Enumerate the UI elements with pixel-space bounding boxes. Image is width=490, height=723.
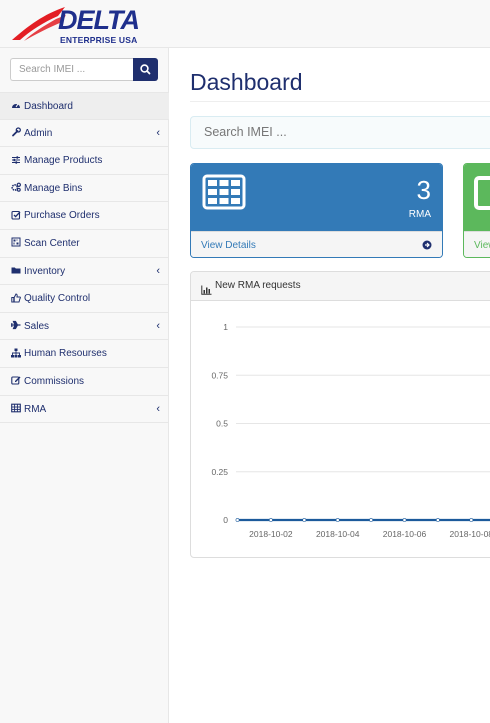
data-point [269, 518, 273, 522]
sidebar-item-label: RMA [24, 403, 47, 415]
sidebar-item-label: Commissions [24, 375, 85, 387]
view-details-label: View Details [201, 240, 256, 251]
sidebar-item-scan-center[interactable]: Scan Center [0, 230, 169, 258]
y-tick-label: 0.5 [216, 419, 228, 429]
y-tick-label: 1 [223, 322, 228, 332]
plane-icon [11, 320, 21, 330]
sidebar-item-commissions[interactable]: Commissions [0, 368, 169, 396]
table-icon [202, 174, 246, 210]
sidebar-item-manage-bins[interactable]: Manage Bins [0, 175, 169, 203]
edit-icon [11, 375, 21, 385]
sidebar-item-dashboard[interactable]: Dashboard [0, 92, 169, 120]
main-content: Dashboard Search IMEI ... 3 RMA View Det… [170, 48, 490, 723]
chevron-left-icon: ‹ [156, 319, 160, 332]
sidebar-item-label: Human Resourses [24, 348, 107, 360]
data-point [335, 518, 340, 522]
x-tick-label: 2018-10-04 [316, 529, 360, 539]
logo-wordmark: DELTA [58, 5, 140, 35]
sidebar-item-label: Manage Products [24, 155, 103, 167]
data-point [469, 518, 474, 522]
wrench-icon [11, 127, 21, 137]
green-view-details-link[interactable]: View [464, 231, 490, 257]
sidebar-item-quality-control[interactable]: Quality Control [0, 285, 169, 313]
green-stat-card: View [463, 163, 490, 258]
y-tick-label: 0.75 [211, 370, 228, 380]
delta-logo[interactable]: DELTA ENTERPRISE USA [10, 4, 160, 46]
sidebar-item-label: Quality Control [24, 293, 91, 305]
green-card-header [464, 164, 490, 231]
rma-line-chart: 0 0.25 0.5 0.75 1 2018-10-02 2018-10-04 2018-10… [211, 322, 490, 539]
rma-stat-card: 3 RMA View Details [190, 163, 443, 258]
dashboard-icon [11, 100, 21, 110]
x-tick-label: 2018-10-08 [450, 529, 490, 539]
sidebar-search-input[interactable]: Search IMEI ... [10, 58, 133, 81]
sidebar: Search IMEI ... Dashboard Admin ‹ Manage… [0, 48, 169, 723]
barcode-icon [11, 237, 21, 247]
table-icon [11, 403, 21, 413]
sidebar-item-label: Sales [24, 320, 50, 332]
sidebar-item-human-resources[interactable]: Human Resourses [0, 340, 169, 368]
data-point [302, 518, 307, 522]
rma-count: 3 [416, 175, 431, 205]
sidebar-search: Search IMEI ... [10, 58, 158, 81]
panel-heading: New RMA requests [191, 272, 490, 301]
sitemap-icon [11, 348, 21, 358]
sidebar-item-manage-products[interactable]: Manage Products [0, 147, 169, 175]
chevron-left-icon: ‹ [156, 126, 160, 139]
sidebar-item-label: Inventory [24, 265, 66, 277]
rma-card-header: 3 RMA [191, 164, 442, 231]
sidebar-item-purchase-orders[interactable]: Purchase Orders [0, 202, 169, 230]
cogs-icon [11, 182, 21, 192]
sidebar-nav: Dashboard Admin ‹ Manage Products Manage… [0, 92, 169, 424]
rma-requests-panel: New RMA requests 0 0.25 0.5 0.75 1 2018-10-02… [190, 271, 490, 558]
view-details-label: View [474, 240, 490, 251]
chevron-left-icon: ‹ [156, 402, 160, 415]
sidebar-search-button[interactable] [133, 58, 158, 81]
top-navbar: DELTA ENTERPRISE USA [0, 0, 490, 48]
rma-view-details-link[interactable]: View Details [191, 231, 442, 257]
x-tick-label: 2018-10-02 [249, 529, 293, 539]
y-tick-label: 0.25 [211, 467, 228, 477]
sidebar-item-label: Purchase Orders [24, 210, 100, 222]
panel-title: New RMA requests [215, 280, 301, 291]
x-tick-label: 2018-10-06 [383, 529, 427, 539]
data-point [435, 518, 440, 522]
sidebar-item-label: Dashboard [24, 101, 73, 112]
logo-tagline: ENTERPRISE USA [60, 35, 138, 45]
title-divider [190, 101, 490, 102]
data-point [369, 518, 374, 522]
sidebar-item-label: Manage Bins [24, 182, 83, 194]
arrow-circle-right-icon [422, 240, 432, 250]
chevron-left-icon: ‹ [156, 264, 160, 277]
rma-label: RMA [408, 209, 431, 220]
imei-search-input[interactable]: Search IMEI ... [190, 116, 490, 149]
sidebar-item-rma[interactable]: RMA ‹ [0, 396, 169, 424]
y-tick-label: 0 [223, 515, 228, 525]
sidebar-item-label: Scan Center [24, 237, 80, 249]
card-icon [474, 176, 490, 210]
bar-chart-icon [201, 279, 212, 296]
folder-icon [11, 265, 21, 275]
sidebar-item-admin[interactable]: Admin ‹ [0, 120, 169, 148]
sliders-icon [11, 155, 21, 165]
sidebar-item-sales[interactable]: Sales ‹ [0, 313, 169, 341]
sidebar-item-label: Admin [24, 127, 53, 139]
thumbs-up-icon [11, 293, 21, 303]
page-title: Dashboard [190, 69, 303, 95]
sidebar-item-inventory[interactable]: Inventory ‹ [0, 258, 169, 286]
data-point [402, 518, 407, 522]
check-square-icon [11, 210, 21, 220]
data-point [235, 518, 240, 522]
search-icon [140, 64, 151, 75]
